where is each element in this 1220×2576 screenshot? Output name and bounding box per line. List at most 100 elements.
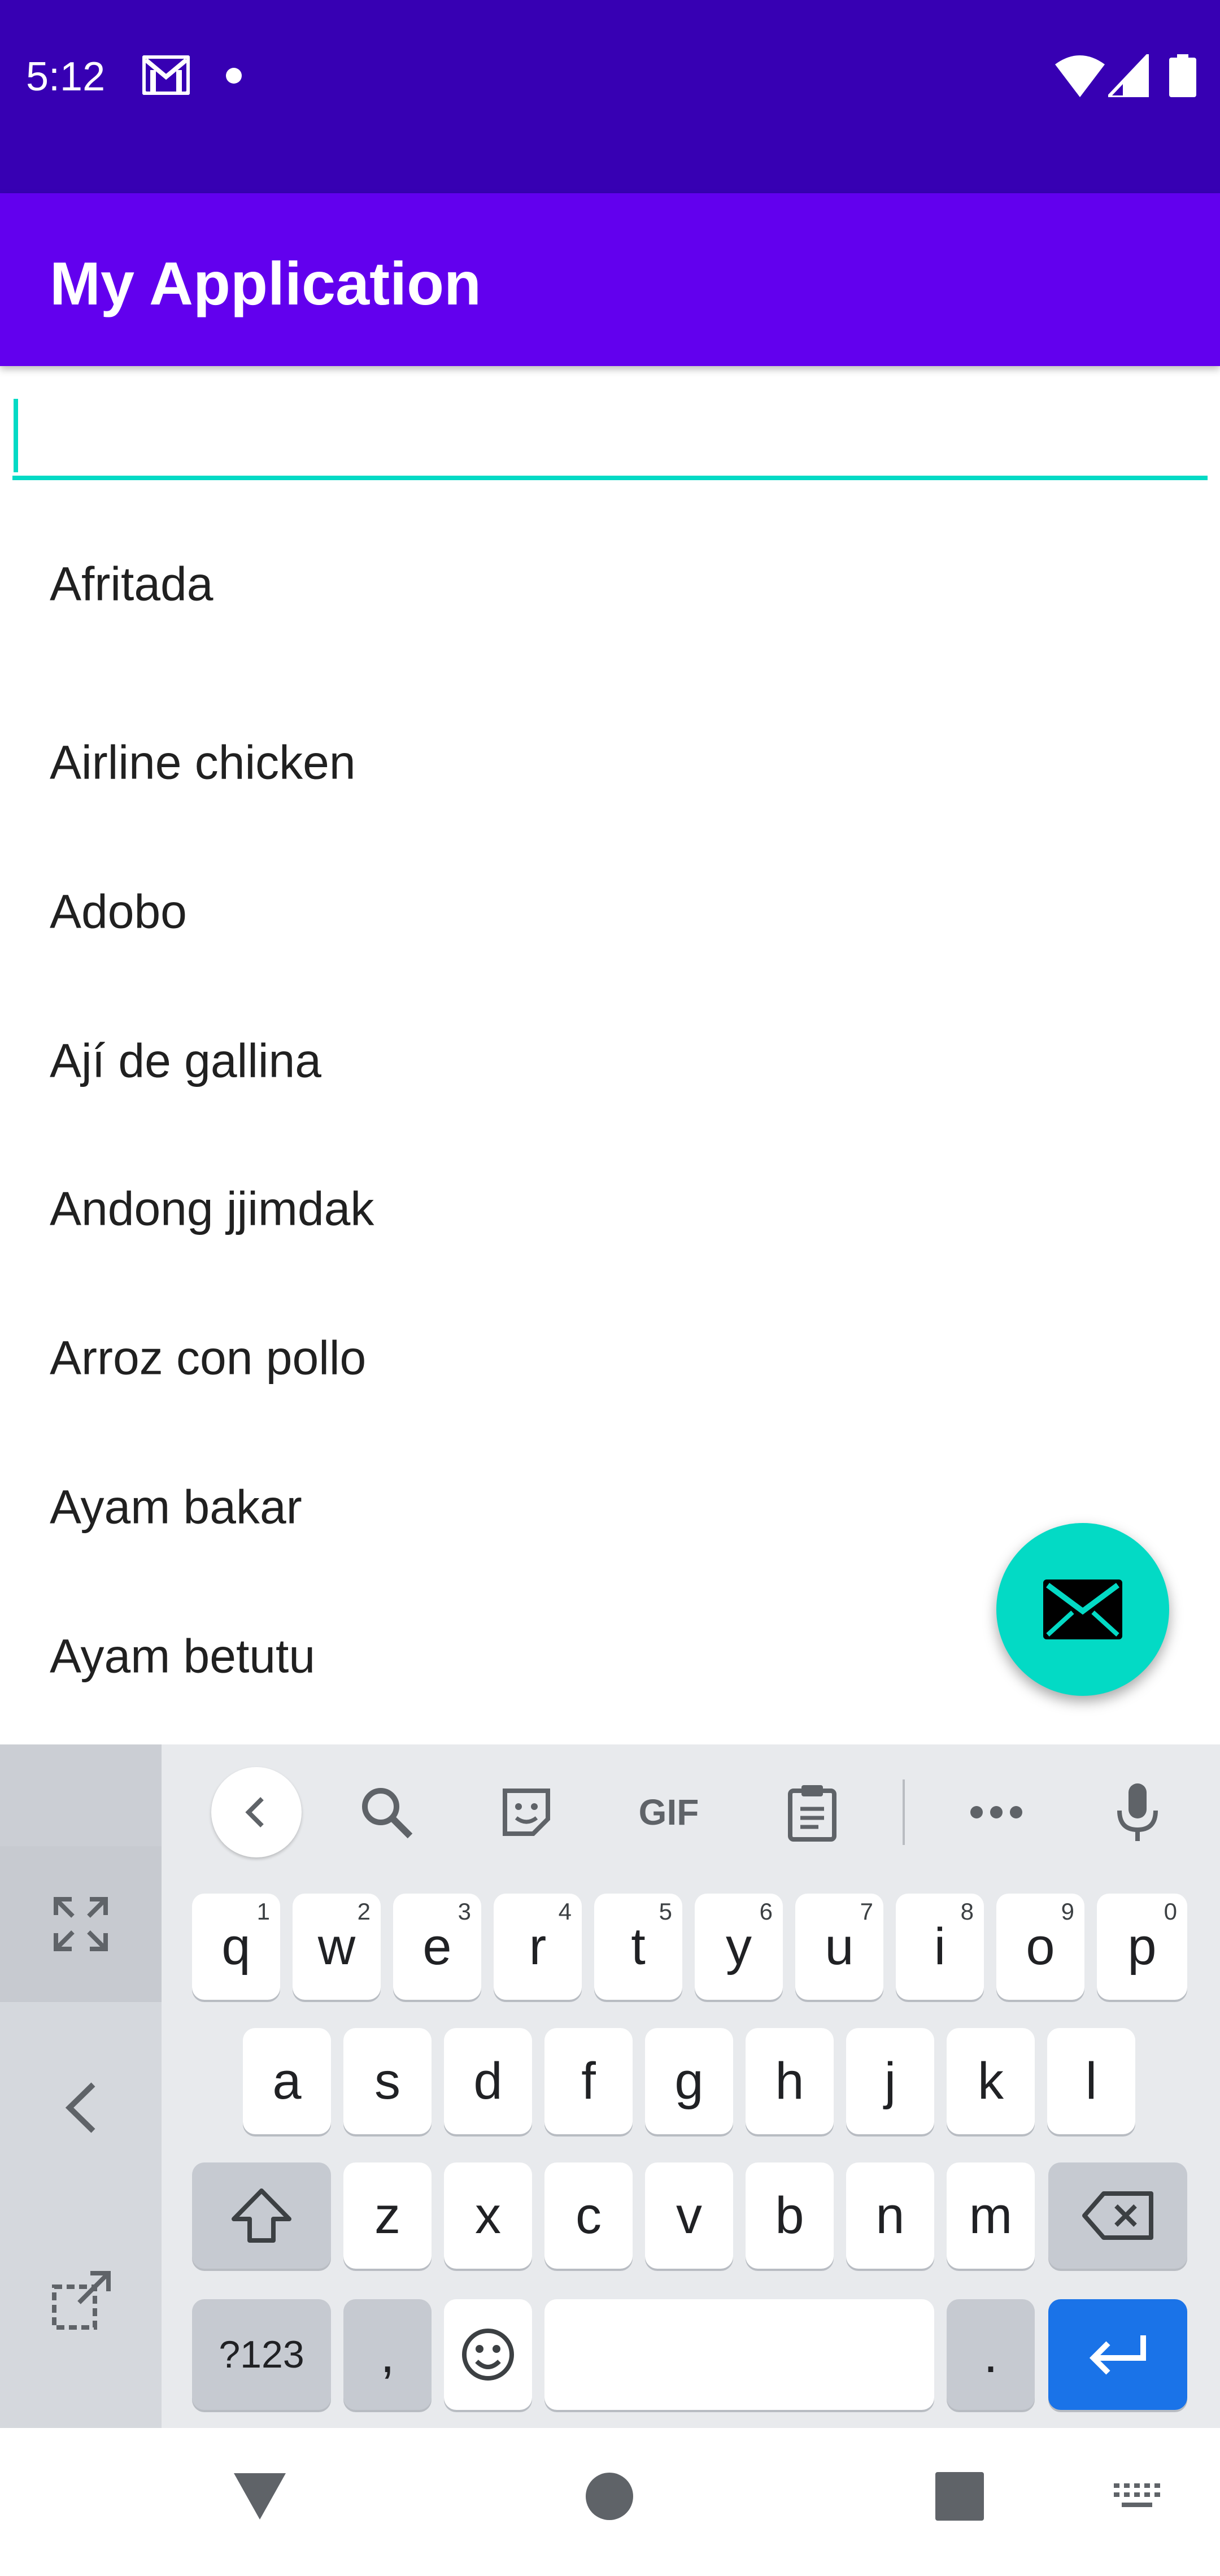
key-hint: 4	[558, 1898, 572, 1925]
navigation-bar	[0, 2428, 1220, 2576]
key-w[interactable]: w2	[293, 1894, 381, 2000]
key-p[interactable]: p0	[1097, 1894, 1187, 2000]
toolbar-separator	[903, 1779, 905, 1845]
search-input[interactable]	[12, 395, 1208, 480]
mail-icon	[1043, 1579, 1122, 1639]
home-circle-icon[interactable]	[585, 2472, 634, 2521]
list-item[interactable]: Airline chicken	[0, 706, 1220, 819]
key-h[interactable]: h	[746, 2028, 834, 2134]
list-item[interactable]: Ají de gallina	[0, 1004, 1220, 1117]
list-item-label: Ají de gallina	[50, 1034, 321, 1087]
key-label: j	[884, 2052, 896, 2110]
back-icon	[65, 2082, 95, 2133]
key-label: q	[221, 1917, 251, 1975]
battery-icon	[1169, 54, 1196, 97]
enter-key[interactable]	[1048, 2299, 1187, 2410]
key-label: i	[934, 1917, 946, 1975]
key-q[interactable]: q1	[192, 1894, 280, 2000]
key-label: m	[969, 2186, 1013, 2244]
key-b[interactable]: b	[746, 2162, 834, 2269]
key-l[interactable]: l	[1047, 2028, 1135, 2134]
recents-square-icon[interactable]	[935, 2472, 984, 2521]
key-label: p	[1127, 1917, 1157, 1975]
key-v[interactable]: v	[645, 2162, 733, 2269]
key-j[interactable]: j	[846, 2028, 934, 2134]
key-label: s	[374, 2052, 400, 2110]
keyboard-side-back-button[interactable]	[34, 2061, 128, 2155]
list-item-label: Airline chicken	[50, 736, 356, 789]
key-m[interactable]: m	[947, 2162, 1035, 2269]
soft-keyboard: GIF q1 w2 e3 r4 t5 y6 u7 i8 o9 p0 a s d …	[0, 1744, 1220, 2428]
key-label: h	[775, 2052, 804, 2110]
key-hint: 5	[659, 1898, 672, 1925]
key-hint: 9	[1061, 1898, 1074, 1925]
toolbar-search-button[interactable]	[352, 1778, 420, 1846]
key-label: v	[676, 2186, 702, 2244]
symbols-key[interactable]: ?123	[192, 2299, 331, 2410]
key-t[interactable]: t5	[594, 1894, 682, 2000]
text-cursor	[14, 399, 18, 472]
list-item-label: Arroz con pollo	[50, 1331, 367, 1385]
key-r[interactable]: r4	[494, 1894, 582, 2000]
keyboard-side-panel	[0, 1744, 162, 2428]
shift-key[interactable]	[192, 2162, 331, 2269]
key-e[interactable]: e3	[393, 1894, 481, 2000]
key-f[interactable]: f	[544, 2028, 633, 2134]
keyboard-switch-icon[interactable]	[1113, 2482, 1161, 2514]
key-label: u	[825, 1917, 854, 1975]
key-label: ?123	[219, 2333, 304, 2376]
comma-key[interactable]: ,	[343, 2299, 432, 2410]
toolbar-mic-button[interactable]	[1104, 1778, 1171, 1846]
key-label: b	[775, 2186, 804, 2244]
key-u[interactable]: u7	[795, 1894, 883, 2000]
key-a[interactable]: a	[243, 2028, 331, 2134]
list-item-label: Ayam bakar	[50, 1480, 302, 1534]
key-i[interactable]: i8	[896, 1894, 984, 2000]
period-key[interactable]: .	[947, 2299, 1035, 2410]
mic-icon	[1117, 1783, 1158, 1841]
key-hint: 2	[357, 1898, 371, 1925]
key-label: w	[317, 1917, 356, 1975]
toolbar-gif-button[interactable]: GIF	[629, 1778, 708, 1846]
key-label: x	[475, 2186, 501, 2244]
expand-icon	[54, 1897, 108, 1951]
toolbar-clipboard-button[interactable]	[778, 1778, 846, 1846]
list-item-label: Andong jjimdak	[50, 1182, 374, 1235]
key-y[interactable]: y6	[695, 1894, 783, 2000]
clipboard-icon	[788, 1785, 836, 1842]
wifi-icon	[1055, 55, 1105, 97]
key-c[interactable]: c	[544, 2162, 633, 2269]
list-item-label: Adobo	[50, 885, 187, 938]
toolbar-back-button[interactable]	[211, 1767, 302, 1857]
emoji-key[interactable]	[444, 2299, 532, 2410]
space-key[interactable]	[544, 2299, 934, 2410]
toolbar-more-button[interactable]	[962, 1778, 1030, 1846]
key-o[interactable]: o9	[996, 1894, 1084, 2000]
app-bar: My Application	[0, 193, 1220, 366]
list-item[interactable]: Afritada	[0, 528, 1220, 641]
backspace-key[interactable]	[1048, 2162, 1187, 2269]
list-item[interactable]: Andong jjimdak	[0, 1152, 1220, 1265]
search-icon	[362, 1788, 413, 1839]
key-label: o	[1026, 1917, 1055, 1975]
compose-mail-fab[interactable]	[996, 1523, 1169, 1696]
key-k[interactable]: k	[947, 2028, 1035, 2134]
key-s[interactable]: s	[343, 2028, 432, 2134]
key-z[interactable]: z	[343, 2162, 432, 2269]
key-n[interactable]: n	[846, 2162, 934, 2269]
list-item[interactable]: Arroz con pollo	[0, 1302, 1220, 1415]
more-icon	[970, 1806, 1022, 1818]
list-item[interactable]: Adobo	[0, 855, 1220, 968]
key-x[interactable]: x	[444, 2162, 532, 2269]
keyboard-undock-button[interactable]	[34, 2253, 128, 2347]
key-g[interactable]: g	[645, 2028, 733, 2134]
key-label: c	[576, 2186, 602, 2244]
key-d[interactable]: d	[444, 2028, 532, 2134]
keyboard-expand-button[interactable]	[0, 1846, 162, 2002]
status-time: 5:12	[26, 54, 106, 99]
key-label: d	[473, 2052, 503, 2110]
key-label: ,	[380, 2325, 395, 2383]
key-label: f	[581, 2052, 596, 2110]
back-triangle-icon[interactable]	[232, 2471, 288, 2522]
toolbar-sticker-button[interactable]	[493, 1778, 560, 1846]
